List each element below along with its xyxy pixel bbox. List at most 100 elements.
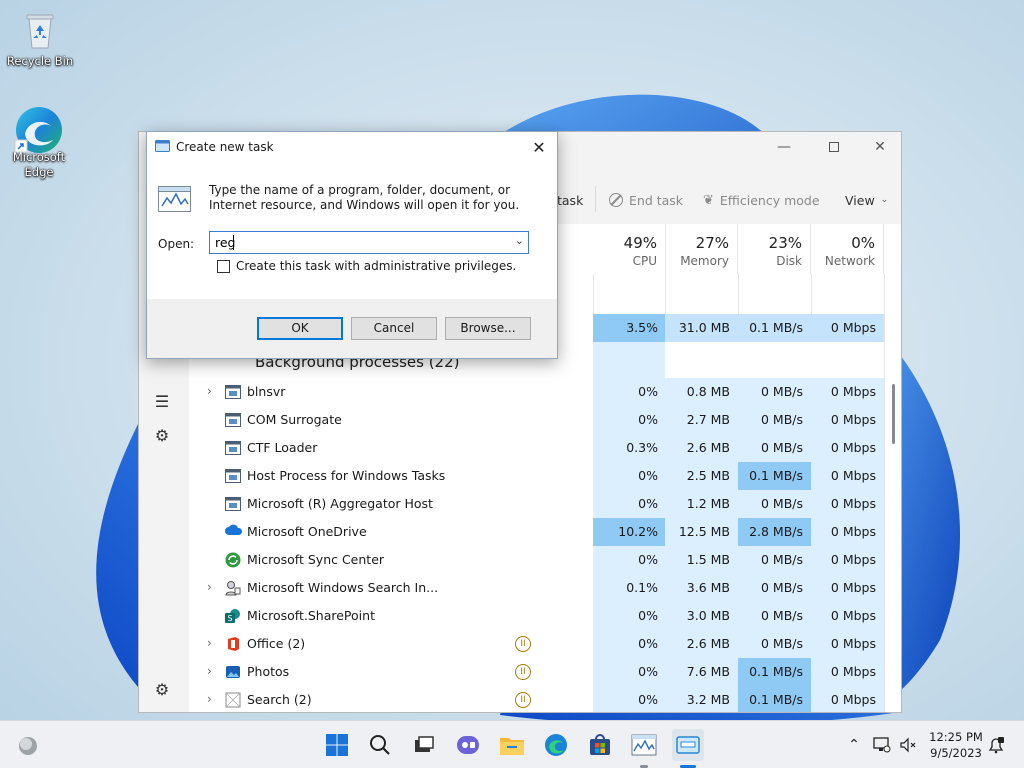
minimize-button[interactable]: — [761,132,807,162]
run-new-task-button[interactable]: task [557,189,583,211]
end-task-button[interactable]: End task [609,189,683,211]
process-row[interactable]: › Office (2) II 0% 2.6 MB 0 MB/s 0 Mbps [189,630,884,658]
process-row[interactable]: › blnsvr 0% 0.8 MB 0 MB/s 0 Mbps [189,378,884,406]
notifications-icon[interactable] [986,735,1006,755]
chevron-right-icon[interactable]: › [207,580,212,594]
hamburger-menu-icon[interactable]: ☰ [151,390,173,412]
maximize-button[interactable] [811,132,857,162]
process-row[interactable]: S Microsoft.SharePoint 0% 3.0 MB 0 MB/s 0 Mbp… [189,602,884,630]
column-divider [884,274,885,712]
pause-icon: II [515,692,531,708]
services-nav-icon[interactable]: ⚙ [151,424,173,446]
process-network: 0 Mbps [811,546,884,574]
network-icon[interactable] [872,735,892,755]
end-task-icon [609,193,623,207]
process-name: Microsoft.SharePoint [247,608,375,623]
service-icon [225,468,241,484]
process-cpu: 0% [593,490,666,518]
close-button[interactable]: ✕ [857,132,901,162]
run-dialog-taskbar-icon[interactable] [672,729,704,761]
process-cpu: 0.3% [593,434,666,462]
settings-nav-icon[interactable]: ⚙ [151,678,173,700]
process-memory: 12.5 MB [665,518,738,546]
ok-button[interactable]: OK [257,317,343,340]
process-name: Microsoft Sync Center [247,552,385,567]
column-header-cpu[interactable]: 49% CPU [593,224,666,274]
admin-privileges-option[interactable]: Create this task with administrative pri… [217,259,516,273]
dialog-close-button[interactable]: ✕ [525,134,553,160]
column-label-network: Network [824,254,875,268]
process-memory: 0.8 MB [665,378,738,406]
chevron-right-icon[interactable]: › [207,664,212,678]
process-network: 0 Mbps [811,490,884,518]
process-network: 0 Mbps [811,378,884,406]
store-icon[interactable] [584,729,616,761]
efficiency-mode-button[interactable]: ❦ Efficiency mode [703,189,820,211]
dialog-titlebar: Create new task ✕ [147,132,557,162]
pause-icon: II [515,636,531,652]
chat-icon[interactable] [452,729,484,761]
browse-button[interactable]: Browse... [445,317,531,340]
system-clock[interactable]: 12:25 PM 9/5/2023 [918,729,994,761]
process-memory: 1.5 MB [665,546,738,574]
process-disk: 0 MB/s [738,546,811,574]
process-row[interactable]: Microsoft OneDrive 10.2% 12.5 MB 2.8 MB/s 0 … [189,518,884,546]
process-row[interactable]: Host Process for Windows Tasks 0% 2.5 MB 0.… [189,462,884,490]
process-name: CTF Loader [247,440,318,455]
process-disk: 0.1 MB/s [738,462,811,490]
view-menu-button[interactable]: View ⌄ [845,189,888,211]
process-row[interactable]: Microsoft Sync Center 0% 1.5 MB 0 MB/s 0 Mbp… [189,546,884,574]
recycle-bin-shortcut[interactable]: Recycle Bin [2,8,78,69]
process-network: 0 Mbps [811,658,884,686]
chevron-down-icon[interactable]: ⌄ [515,234,524,247]
start-icon[interactable] [321,729,353,761]
microsoft-edge-shortcut[interactable]: Microsoft Edge [1,104,77,180]
process-row[interactable]: COM Surrogate 0% 2.7 MB 0 MB/s 0 Mbps [189,406,884,434]
chevron-up-icon[interactable]: ⌃ [844,735,864,755]
sync-center-icon [225,552,241,568]
process-network: 0 Mbps [811,686,884,712]
cancel-button[interactable]: Cancel [351,317,437,340]
column-header-memory[interactable]: 27% Memory [665,224,738,274]
admin-privileges-checkbox[interactable] [217,259,230,273]
sharepoint-icon: S [225,608,241,624]
column-header-network[interactable]: 0% Network [811,224,884,274]
process-row[interactable]: › Photos II 0% 7.6 MB 0.1 MB/s 0 Mbps [189,658,884,686]
task-manager-icon[interactable] [628,729,660,761]
process-row[interactable]: › Search (2) II 0% 3.2 MB 0.1 MB/s 0 Mbps [189,686,884,712]
process-disk: 0 MB/s [738,378,811,406]
task-view-icon[interactable] [408,729,440,761]
process-disk: 0 MB/s [738,406,811,434]
process-network: 0 Mbps [811,574,884,602]
process-disk: 0 MB/s [738,574,811,602]
file-explorer-icon[interactable] [496,729,528,761]
column-header-disk[interactable]: 23% Disk [738,224,811,274]
dialog-body: Type the name of a program, folder, docu… [147,162,557,299]
widgets-icon[interactable] [12,729,44,761]
chevron-down-icon: ⌄ [880,195,889,205]
recycle-bin-label: Recycle Bin [6,54,74,68]
process-memory: 3.0 MB [665,602,738,630]
process-disk: 0.1 MB/s [738,686,811,712]
chevron-right-icon[interactable]: › [207,384,212,398]
command-separator [595,186,596,212]
process-cpu: 0.1% [593,574,666,602]
process-network: 0 Mbps [811,602,884,630]
vertical-scrollbar[interactable] [892,384,895,444]
process-cpu: 0% [593,378,666,406]
process-row[interactable]: › Microsoft Windows Search In... 0.1% 3.6 M… [189,574,884,602]
process-row[interactable]: Microsoft (R) Aggregator Host 0% 1.2 MB 0 M… [189,490,884,518]
empty-cell [593,342,666,378]
process-memory: 2.6 MB [665,630,738,658]
process-name: Search (2) [247,692,312,707]
process-cpu: 0% [593,630,666,658]
open-label: Open: [158,237,195,251]
chevron-right-icon[interactable]: › [207,692,212,706]
volume-muted-icon[interactable] [898,735,918,755]
summary-cpu: 3.5% [593,314,666,342]
chevron-right-icon[interactable]: › [207,636,212,650]
open-combobox[interactable]: reg ⌄ [209,231,529,254]
process-row[interactable]: CTF Loader 0.3% 2.6 MB 0 MB/s 0 Mbps [189,434,884,462]
edge-icon[interactable] [540,729,572,761]
search-icon[interactable] [364,729,396,761]
